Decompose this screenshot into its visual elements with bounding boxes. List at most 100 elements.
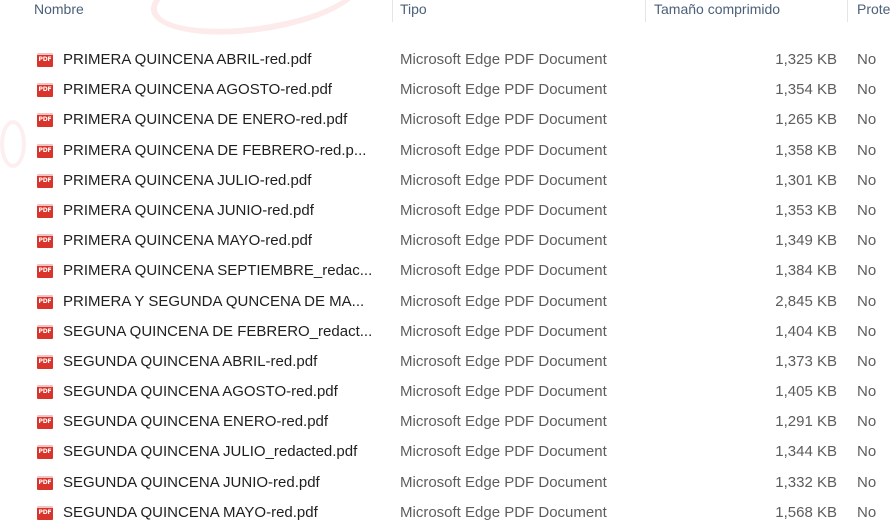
file-type: Microsoft Edge PDF Document: [400, 111, 607, 129]
file-size: 1,404 KB: [775, 322, 837, 340]
file-size: 1,354 KB: [775, 81, 837, 99]
pdf-file-icon: PDF: [37, 53, 53, 67]
file-type: Microsoft Edge PDF Document: [400, 262, 607, 280]
pdf-file-icon: PDF: [37, 143, 53, 158]
column-header-row: Nombre Tipo Tamaño comprimido Prote: [0, 0, 896, 24]
pdf-file-icon: PDF: [37, 505, 53, 520]
pdf-file-icon: PDF: [37, 83, 53, 98]
file-row[interactable]: PDF SEGUNA QUINCENA DE FEBRERO_redact... M…: [0, 317, 896, 347]
pdf-file-icon: PDF: [37, 385, 53, 400]
pdf-file-icon: PDF: [37, 354, 53, 369]
file-size: 2,845 KB: [775, 292, 837, 310]
file-name: SEGUNDA QUINCENA MAYO-red.pdf: [63, 503, 318, 521]
file-protected: No: [857, 171, 877, 189]
file-type: Microsoft Edge PDF Document: [400, 473, 607, 491]
file-protected: No: [857, 232, 877, 250]
file-size: 1,349 KB: [775, 232, 837, 250]
file-size: 1,384 KB: [775, 262, 837, 280]
file-type: Microsoft Edge PDF Document: [400, 171, 607, 189]
file-type: Microsoft Edge PDF Document: [400, 201, 607, 219]
file-size: 1,332 KB: [775, 473, 837, 491]
column-divider[interactable]: [847, 0, 848, 22]
file-row[interactable]: PDF PRIMERA QUINCENA MAYO-red.pdf Microsof…: [0, 226, 896, 256]
pdf-file-icon: PDF: [37, 203, 53, 218]
file-type: Microsoft Edge PDF Document: [400, 413, 607, 431]
file-protected: No: [857, 352, 877, 370]
file-protected: No: [857, 51, 877, 68]
pdf-file-icon: PDF: [37, 475, 53, 490]
column-divider[interactable]: [645, 0, 646, 22]
file-row[interactable]: PDF PRIMERA QUINCENA JUNIO-red.pdf Microso…: [0, 196, 896, 226]
file-size: 1,325 KB: [775, 51, 837, 68]
file-size: 1,405 KB: [775, 383, 837, 401]
file-protected: No: [857, 473, 877, 491]
column-divider[interactable]: [392, 0, 393, 22]
file-row[interactable]: PDF PRIMERA QUINCENA DE ENERO-red.pdf Micr…: [0, 105, 896, 135]
column-header-compressed-size[interactable]: Tamaño comprimido: [654, 0, 814, 24]
file-type: Microsoft Edge PDF Document: [400, 383, 607, 401]
file-row[interactable]: PDF SEGUNDA QUINCENA JUNIO-red.pdf Microso…: [0, 468, 896, 498]
pdf-file-icon: PDF: [37, 445, 53, 460]
file-size: 1,358 KB: [775, 141, 837, 159]
file-protected: No: [857, 201, 877, 219]
file-type: Microsoft Edge PDF Document: [400, 352, 607, 370]
file-size: 1,291 KB: [775, 413, 837, 431]
file-protected: No: [857, 322, 877, 340]
file-name: SEGUNDA QUINCENA ABRIL-red.pdf: [63, 352, 318, 370]
file-name: PRIMERA QUINCENA MAYO-red.pdf: [63, 232, 312, 250]
file-list: PDF PRIMERA QUINCENA ABRIL-red.pdf Microso…: [0, 45, 896, 521]
file-row[interactable]: PDF PRIMERA QUINCENA JULIO-red.pdf Microso…: [0, 166, 896, 196]
file-row[interactable]: PDF SEGUNDA QUINCENA JULIO_redacted.pdf Mi…: [0, 437, 896, 467]
file-type: Microsoft Edge PDF Document: [400, 443, 607, 461]
file-size: 1,344 KB: [775, 443, 837, 461]
file-name: PRIMERA Y SEGUNDA QUNCENA DE MA...: [63, 292, 365, 310]
file-name: SEGUNDA QUINCENA JUNIO-red.pdf: [63, 473, 320, 491]
file-protected: No: [857, 111, 877, 129]
file-type: Microsoft Edge PDF Document: [400, 503, 607, 521]
file-name: PRIMERA QUINCENA JUNIO-red.pdf: [63, 201, 314, 219]
column-header-protected[interactable]: Prote: [857, 0, 896, 24]
file-name: PRIMERA QUINCENA DE ENERO-red.pdf: [63, 111, 348, 129]
column-header-type[interactable]: Tipo: [400, 0, 640, 24]
file-row[interactable]: PDF SEGUNDA QUINCENA MAYO-red.pdf Microsof…: [0, 498, 896, 521]
file-protected: No: [857, 383, 877, 401]
file-row[interactable]: PDF PRIMERA QUINCENA SEPTIEMBRE_redac... M…: [0, 256, 896, 286]
file-size: 1,373 KB: [775, 352, 837, 370]
file-row[interactable]: PDF SEGUNDA QUINCENA AGOSTO-red.pdf Micros…: [0, 377, 896, 407]
file-size: 1,568 KB: [775, 503, 837, 521]
file-protected: No: [857, 141, 877, 159]
file-type: Microsoft Edge PDF Document: [400, 322, 607, 340]
file-name: PRIMERA QUINCENA ABRIL-red.pdf: [63, 51, 312, 68]
file-row[interactable]: PDF SEGUNDA QUINCENA ABRIL-red.pdf Microso…: [0, 347, 896, 377]
file-protected: No: [857, 292, 877, 310]
file-type: Microsoft Edge PDF Document: [400, 232, 607, 250]
pdf-file-icon: PDF: [37, 264, 53, 279]
file-size: 1,265 KB: [775, 111, 837, 129]
file-type: Microsoft Edge PDF Document: [400, 81, 607, 99]
file-type: Microsoft Edge PDF Document: [400, 51, 607, 68]
file-name: PRIMERA QUINCENA DE FEBRERO-red.p...: [63, 141, 367, 159]
pdf-file-icon: PDF: [37, 113, 53, 128]
file-protected: No: [857, 503, 877, 521]
file-row[interactable]: PDF PRIMERA QUINCENA ABRIL-red.pdf Microso…: [0, 45, 896, 75]
pdf-file-icon: PDF: [37, 294, 53, 309]
file-protected: No: [857, 413, 877, 431]
file-protected: No: [857, 81, 877, 99]
file-name: PRIMERA QUINCENA SEPTIEMBRE_redac...: [63, 262, 373, 280]
pdf-file-icon: PDF: [37, 415, 53, 430]
file-name: SEGUNDA QUINCENA ENERO-red.pdf: [63, 413, 329, 431]
file-type: Microsoft Edge PDF Document: [400, 292, 607, 310]
file-type: Microsoft Edge PDF Document: [400, 141, 607, 159]
file-name: SEGUNDA QUINCENA AGOSTO-red.pdf: [63, 383, 338, 401]
pdf-file-icon: PDF: [37, 234, 53, 249]
pdf-file-icon: PDF: [37, 173, 53, 188]
file-row[interactable]: PDF PRIMERA Y SEGUNDA QUNCENA DE MA... Mic…: [0, 287, 896, 317]
file-row[interactable]: PDF PRIMERA QUINCENA DE FEBRERO-red.p... M…: [0, 136, 896, 166]
file-name: SEGUNDA QUINCENA JULIO_redacted.pdf: [63, 443, 358, 461]
column-header-name[interactable]: Nombre: [34, 0, 384, 24]
file-size: 1,301 KB: [775, 171, 837, 189]
file-name: SEGUNA QUINCENA DE FEBRERO_redact...: [63, 322, 373, 340]
pdf-file-icon: PDF: [37, 324, 53, 339]
file-row[interactable]: PDF SEGUNDA QUINCENA ENERO-red.pdf Microso…: [0, 407, 896, 437]
file-row[interactable]: PDF PRIMERA QUINCENA AGOSTO-red.pdf Micros…: [0, 75, 896, 105]
